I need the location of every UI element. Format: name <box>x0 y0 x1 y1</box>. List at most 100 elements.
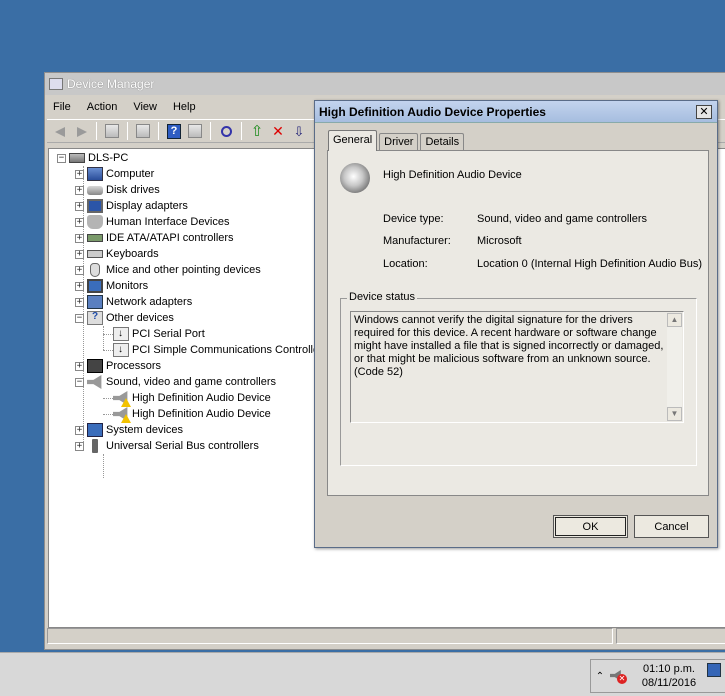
expand-icon[interactable]: + <box>75 281 84 291</box>
tree-item-label: Keyboards <box>106 248 159 260</box>
system-tray: ⌃ ✕ 01:10 p.m. 08/11/2016 <box>590 659 725 693</box>
expand-icon[interactable]: + <box>75 249 84 259</box>
tree-item-label: System devices <box>106 424 184 436</box>
tab-details[interactable]: Details <box>420 133 465 151</box>
expand-icon[interactable]: + <box>75 361 84 371</box>
tree-line <box>103 326 104 350</box>
tab-general[interactable]: General <box>328 130 378 151</box>
show-hidden-icons-icon[interactable]: ⌃ <box>591 671 609 682</box>
device-status-legend: Device status <box>347 291 418 303</box>
hid-icon <box>87 215 103 229</box>
update-driver-icon[interactable]: ⇧ <box>248 122 266 140</box>
ok-button[interactable]: OK <box>553 515 628 538</box>
status-scrollbar[interactable]: ▲ ▼ <box>667 313 682 421</box>
clock[interactable]: 01:10 p.m. 08/11/2016 <box>633 662 705 690</box>
tab-driver[interactable]: Driver <box>379 133 419 151</box>
tree-item-hd-audio-device-2[interactable]: High Definition Audio Device <box>113 406 271 423</box>
tree-item-disk-drives[interactable]: + Disk drives <box>75 182 160 198</box>
expand-icon[interactable]: + <box>75 265 84 275</box>
manufacturer-value: Microsoft <box>477 235 522 247</box>
expand-icon[interactable]: + <box>75 233 84 243</box>
tree-item-label: IDE ATA/ATAPI controllers <box>106 232 234 244</box>
expand-icon[interactable]: + <box>75 425 84 435</box>
scan-hardware-icon[interactable] <box>217 122 235 140</box>
tree-item-monitors[interactable]: + Monitors <box>75 278 148 294</box>
uninstall-device-icon[interactable]: ✕ <box>269 122 287 140</box>
general-tab-panel: High Definition Audio Device Device type… <box>327 150 709 496</box>
tree-item-computer[interactable]: + Computer <box>75 166 154 182</box>
tree-item-label: Disk drives <box>106 184 160 196</box>
menu-help[interactable]: Help <box>165 101 204 113</box>
tree-item-hd-audio-device-1[interactable]: High Definition Audio Device <box>113 390 271 407</box>
device-type-value: Sound, video and game controllers <box>477 213 647 225</box>
properties-icon[interactable] <box>136 124 150 138</box>
tree-line <box>103 454 104 478</box>
expand-icon[interactable]: + <box>75 201 84 211</box>
tree-item-label: Computer <box>106 168 155 180</box>
collapse-icon[interactable]: − <box>75 377 84 387</box>
tree-item-other-devices[interactable]: − Other devices <box>75 310 174 326</box>
display-adapter-icon <box>87 199 103 213</box>
tree-item-hid[interactable]: + Human Interface Devices <box>75 214 230 230</box>
show-hide-console-tree-icon[interactable] <box>105 124 119 138</box>
location-value: Location 0 (Internal High Definition Aud… <box>477 258 703 270</box>
collapse-icon[interactable]: − <box>75 313 84 323</box>
volume-muted-icon[interactable]: ✕ <box>609 668 627 684</box>
tree-item-system-devices[interactable]: + System devices <box>75 422 183 438</box>
expand-icon[interactable]: + <box>75 297 84 307</box>
tree-item-usb-controllers[interactable]: + Universal Serial Bus controllers <box>75 438 259 454</box>
menu-action[interactable]: Action <box>79 101 126 113</box>
monitor-icon <box>87 279 103 293</box>
scroll-down-icon[interactable]: ▼ <box>667 407 682 421</box>
tree-item-label: Processors <box>106 360 162 372</box>
tree-root-label: DLS-PC <box>88 152 129 164</box>
expand-icon[interactable]: + <box>75 217 84 227</box>
tree-line <box>103 398 113 399</box>
menu-file[interactable]: File <box>45 101 79 113</box>
device-name: High Definition Audio Device <box>383 169 522 181</box>
cancel-button[interactable]: Cancel <box>634 515 709 538</box>
tree-item-processors[interactable]: + Processors <box>75 358 161 374</box>
action-pane-icon[interactable] <box>188 124 202 138</box>
tree-root[interactable]: − DLS-PC <box>57 150 128 166</box>
device-manager-title: Device Manager <box>67 77 155 91</box>
device-status-textbox[interactable]: Windows cannot verify the digital signat… <box>350 311 684 423</box>
device-manager-title-bar[interactable]: Device Manager <box>45 73 725 95</box>
scroll-up-icon[interactable]: ▲ <box>667 313 682 327</box>
tree-item-network-adapters[interactable]: + Network adapters <box>75 294 192 310</box>
collapse-icon[interactable]: − <box>57 153 66 163</box>
status-bar <box>47 628 725 646</box>
tree-item-label: Universal Serial Bus controllers <box>106 440 259 452</box>
network-adapter-icon <box>87 295 103 309</box>
expand-icon[interactable]: + <box>75 169 84 179</box>
device-status-text: Windows cannot verify the digital signat… <box>354 314 664 378</box>
toolbar-separator <box>96 122 97 140</box>
expand-icon[interactable]: + <box>75 185 84 195</box>
tree-item-keyboards[interactable]: + Keyboards <box>75 246 159 262</box>
clock-date: 08/11/2016 <box>641 677 697 689</box>
tree-item-pci-serial-port[interactable]: PCI Serial Port <box>113 326 205 342</box>
disable-device-icon[interactable]: ⇩ <box>290 122 308 140</box>
dialog-title-bar[interactable]: High Definition Audio Device Properties <box>315 101 717 123</box>
warning-speaker-icon <box>113 391 131 407</box>
tree-item-pci-simple-comm-controller[interactable]: PCI Simple Communications Controller <box>113 342 323 358</box>
forward-arrow-icon[interactable] <box>72 122 90 140</box>
computer-icon <box>87 167 103 181</box>
tree-line <box>103 350 113 351</box>
back-arrow-icon[interactable] <box>51 122 69 140</box>
help-icon[interactable]: ? <box>167 123 181 139</box>
expand-icon[interactable]: + <box>75 441 84 451</box>
unknown-device-icon <box>113 343 129 357</box>
close-icon[interactable]: ✕ <box>696 105 712 119</box>
tree-item-mice[interactable]: + Mice and other pointing devices <box>75 262 261 278</box>
action-center-icon[interactable] <box>707 663 721 677</box>
device-status-group: Device status Windows cannot verify the … <box>340 291 697 466</box>
tree-item-ide-controllers[interactable]: + IDE ATA/ATAPI controllers <box>75 230 234 246</box>
processor-icon <box>87 359 103 373</box>
location-label: Location: <box>383 258 428 270</box>
tree-item-sound-video-game[interactable]: − Sound, video and game controllers <box>75 374 276 390</box>
menu-view[interactable]: View <box>125 101 165 113</box>
menu-bar: File Action View Help <box>45 97 204 117</box>
tree-item-display-adapters[interactable]: + Display adapters <box>75 198 188 214</box>
toolbar-separator <box>127 122 128 140</box>
